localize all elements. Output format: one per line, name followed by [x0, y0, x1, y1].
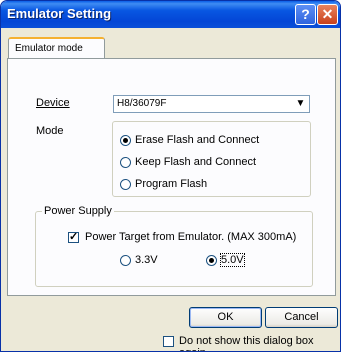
dont-show-label[interactable]: Do not show this dialog box again. — [179, 335, 340, 351]
voltage-3v3-radio[interactable] — [120, 255, 131, 266]
ok-button[interactable]: OK — [189, 307, 262, 328]
power-target-checkbox[interactable]: ✓ — [68, 232, 79, 243]
help-button[interactable]: ? — [295, 4, 316, 25]
dialog-title: Emulator Setting — [7, 6, 112, 21]
title-bar: Emulator Setting ? ✕ — [1, 1, 340, 28]
device-label: Device — [36, 97, 70, 109]
tab-emulator-mode-label: Emulator mode — [15, 43, 83, 54]
mode-label: Mode — [36, 125, 64, 137]
voltage-5v0-radio[interactable] — [206, 255, 217, 266]
cancel-button[interactable]: Cancel — [265, 307, 338, 328]
device-select[interactable]: H8/36079F ▼ — [113, 95, 310, 113]
power-target-label[interactable]: Power Target from Emulator. (MAX 300mA) — [85, 231, 296, 243]
mode-erase-label[interactable]: Erase Flash and Connect — [135, 134, 259, 146]
mode-program-label[interactable]: Program Flash — [135, 178, 207, 190]
voltage-5v0-label[interactable]: 5.0V — [220, 253, 245, 267]
power-supply-group: Power Supply — [35, 205, 313, 287]
close-button[interactable]: ✕ — [317, 4, 338, 25]
device-value: H8/36079F — [117, 98, 167, 109]
dont-show-checkbox[interactable] — [163, 336, 174, 347]
voltage-3v3-label[interactable]: 3.3V — [135, 254, 158, 266]
mode-program-radio[interactable] — [120, 179, 131, 190]
power-supply-legend: Power Supply — [42, 205, 114, 217]
mode-keep-radio[interactable] — [120, 157, 131, 168]
chevron-down-icon[interactable]: ▼ — [293, 97, 308, 111]
tab-emulator-mode[interactable]: Emulator mode — [8, 37, 105, 59]
emulator-setting-dialog: Emulator Setting ? ✕ Emulator mode Devic… — [0, 0, 341, 352]
mode-keep-label[interactable]: Keep Flash and Connect — [135, 156, 256, 168]
mode-erase-radio[interactable] — [120, 135, 131, 146]
